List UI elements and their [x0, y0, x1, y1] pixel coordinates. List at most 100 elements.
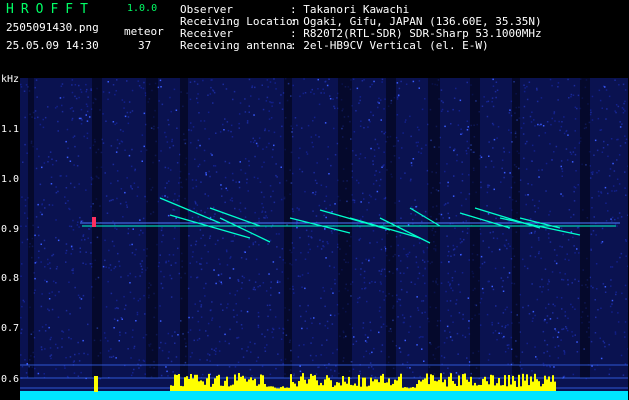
noise-pixel: [229, 292, 231, 295]
noise-pixel: [627, 348, 628, 350]
noise-pixel: [327, 158, 329, 160]
noise-pixel: [242, 356, 245, 358]
noise-pixel: [326, 339, 328, 341]
noise-pixel: [61, 337, 63, 340]
noise-pixel: [219, 326, 221, 328]
meteor-bar: [258, 384, 260, 391]
noise-pixel: [214, 165, 217, 167]
noise-pixel: [210, 152, 212, 155]
noise-pixel: [87, 353, 89, 356]
noise-pixel: [171, 140, 173, 143]
noise-pixel: [613, 190, 616, 192]
noise-pixel: [531, 320, 534, 322]
noise-pixel: [143, 360, 146, 362]
noise-pixel: [378, 147, 380, 149]
noise-pixel: [613, 170, 616, 172]
noise-pixel: [51, 291, 53, 293]
noise-pixel: [37, 372, 40, 375]
noise-pixel: [363, 277, 366, 279]
noise-pixel: [244, 207, 247, 210]
noise-pixel: [110, 199, 112, 202]
noise-pixel: [407, 354, 410, 356]
noise-pixel: [611, 299, 614, 302]
noise-pixel: [37, 116, 39, 119]
noise-pixel: [450, 315, 452, 317]
noise-pixel: [372, 163, 374, 166]
noise-pixel: [137, 80, 139, 82]
noise-pixel: [196, 210, 198, 212]
noise-pixel: [412, 218, 414, 221]
noise-pixel: [553, 111, 556, 113]
noise-pixel: [232, 98, 234, 101]
noise-pixel: [451, 339, 454, 342]
noise-pixel: [627, 265, 628, 267]
meteor-bar: [452, 381, 454, 391]
noise-pixel: [609, 305, 612, 308]
noise-pixel: [591, 365, 593, 367]
noise-pixel: [246, 350, 248, 352]
dark-column: [180, 78, 188, 378]
noise-pixel: [204, 128, 206, 130]
noise-pixel: [420, 152, 422, 154]
noise-pixel: [570, 153, 573, 155]
meteor-bar: [502, 385, 504, 391]
noise-pixel: [590, 249, 592, 251]
noise-pixel: [161, 349, 164, 352]
meteor-bar: [544, 375, 546, 391]
noise-pixel: [492, 78, 494, 81]
noise-pixel: [572, 151, 575, 153]
meteor-bar: [456, 386, 458, 391]
meteor-bar: [380, 375, 382, 391]
noise-pixel: [533, 205, 536, 207]
noise-pixel: [224, 118, 226, 120]
meteor-bar: [344, 381, 346, 391]
noise-pixel: [173, 209, 176, 211]
noise-pixel: [304, 92, 307, 94]
noise-pixel: [127, 274, 129, 277]
meteor-bar: [266, 386, 268, 391]
noise-pixel: [305, 229, 308, 232]
noise-pixel: [197, 320, 200, 323]
meteor-bar: [506, 386, 508, 391]
noise-pixel: [597, 309, 599, 311]
noise-pixel: [229, 277, 231, 279]
meteor-bar: [238, 373, 240, 391]
noise-pixel: [369, 86, 371, 88]
noise-pixel: [559, 245, 561, 248]
noise-pixel: [495, 217, 497, 220]
noise-pixel: [130, 374, 133, 377]
noise-pixel: [80, 298, 83, 300]
noise-pixel: [415, 206, 417, 208]
noise-pixel: [468, 193, 471, 195]
noise-pixel: [397, 298, 400, 300]
noise-pixel: [504, 308, 507, 311]
noise-pixel: [526, 267, 529, 270]
noise-pixel: [209, 360, 211, 362]
noise-pixel: [130, 185, 132, 187]
noise-pixel: [365, 350, 368, 352]
noise-pixel: [324, 305, 326, 308]
noise-pixel: [213, 349, 216, 351]
noise-pixel: [136, 311, 139, 314]
noise-pixel: [459, 238, 462, 240]
noise-pixel: [491, 324, 493, 326]
noise-pixel: [612, 185, 615, 187]
noise-pixel: [42, 118, 44, 121]
noise-pixel: [49, 338, 52, 341]
noise-pixel: [268, 273, 270, 275]
noise-pixel: [280, 94, 282, 96]
noise-pixel: [424, 311, 426, 314]
noise-pixel: [160, 282, 163, 285]
noise-pixel: [213, 269, 215, 271]
dark-column: [28, 78, 34, 378]
noise-pixel: [534, 211, 536, 213]
noise-pixel: [208, 170, 210, 173]
noise-pixel: [105, 195, 108, 197]
noise-pixel: [359, 218, 362, 221]
noise-pixel: [318, 103, 321, 106]
noise-pixel: [408, 331, 410, 333]
noise-pixel: [143, 249, 145, 251]
noise-pixel: [81, 220, 84, 222]
noise-pixel: [416, 145, 419, 147]
meteor-head-echo: [92, 217, 96, 227]
